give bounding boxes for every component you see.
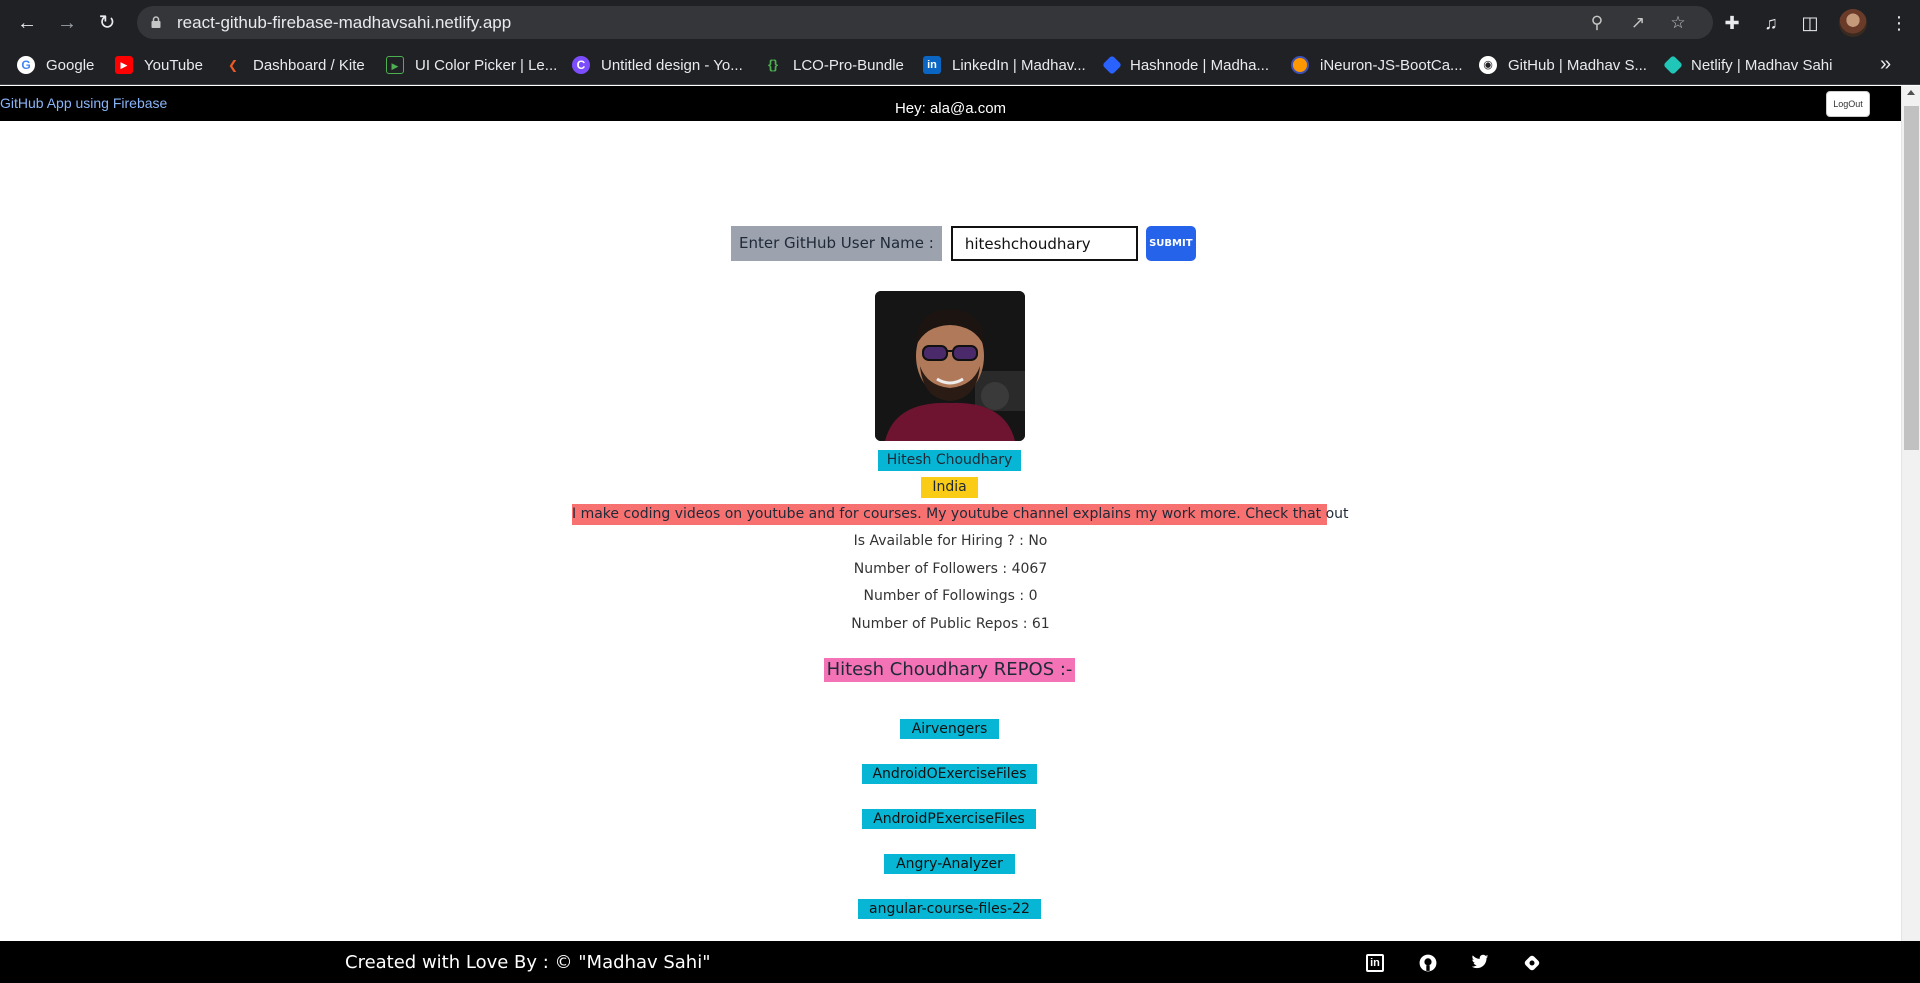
bookmark-hashnode[interactable]: Hashnode | Madha...	[1102, 54, 1269, 76]
logout-button[interactable]: LogOut	[1826, 91, 1870, 117]
followings-count: Number of Followings : 0	[863, 588, 1038, 604]
bookmark-youtube[interactable]: ▶ YouTube	[115, 54, 203, 76]
public-repos-count: Number of Public Repos : 61	[851, 616, 1050, 632]
user-greeting: Hey: ala@a.com	[894, 100, 1007, 117]
bookmark-label: UI Color Picker | Le...	[415, 56, 558, 74]
media-control-icon[interactable]: ♫	[1759, 11, 1783, 35]
github-icon: ◉	[1479, 56, 1497, 74]
bookmark-lco-pro-bundle[interactable]: {} LCO-Pro-Bundle	[764, 54, 904, 76]
bookmark-label: LCO-Pro-Bundle	[793, 56, 904, 74]
app-header: GitHub App using Firebase Hey: ala@a.com…	[0, 86, 1901, 121]
bookmark-label: Google	[46, 56, 95, 74]
username-input[interactable]	[950, 226, 1138, 261]
scroll-up-arrow-icon[interactable]	[1907, 90, 1915, 95]
linkedin-icon: in	[923, 56, 941, 74]
bookmark-google[interactable]: G Google	[17, 54, 94, 76]
avatar-portrait-image	[875, 291, 1025, 441]
followers-count: Number of Followers : 4067	[853, 561, 1048, 577]
side-panel-icon[interactable]: ◫	[1798, 11, 1822, 35]
bookmark-ineuron[interactable]: iNeuron-JS-BootCa...	[1291, 54, 1463, 76]
bookmark-label: YouTube	[144, 56, 203, 74]
netlify-icon	[1663, 55, 1683, 75]
bookmark-label: Untitled design - Yo...	[601, 56, 743, 74]
page-footer: Created with Love By : © "Madhav Sahi" i…	[0, 941, 1920, 983]
google-icon: G	[17, 56, 35, 74]
canva-icon: C	[572, 56, 590, 74]
hashnode-icon[interactable]	[1523, 954, 1541, 972]
bookmark-label: Netlify | Madhav Sahi	[1691, 56, 1833, 74]
forward-icon[interactable]: →	[55, 11, 79, 35]
bookmark-star-icon[interactable]: ☆	[1667, 12, 1689, 34]
profile-bio: I make coding videos on youtube and for …	[572, 504, 1349, 525]
color-picker-icon: ▶	[386, 56, 404, 74]
repo-item[interactable]: AndroidPExerciseFiles	[862, 809, 1036, 829]
code-braces-icon: {}	[767, 57, 779, 72]
bookmark-ui-color-picker[interactable]: ▶ UI Color Picker | Le...	[386, 54, 557, 76]
twitter-icon[interactable]	[1471, 954, 1489, 972]
bookmark-github[interactable]: ◉ GitHub | Madhav S...	[1479, 54, 1647, 76]
username-label: Enter GitHub User Name :	[731, 226, 942, 261]
bookmark-kite[interactable]: ❮ Dashboard / Kite	[224, 54, 365, 76]
page-scrollbar[interactable]	[1901, 86, 1920, 941]
extensions-icon[interactable]: ✚	[1720, 11, 1744, 35]
back-icon[interactable]: ←	[15, 11, 39, 35]
repo-item[interactable]: Airvengers	[900, 719, 999, 739]
address-bar[interactable]: react-github-firebase-madhavsahi.netlify…	[137, 6, 1713, 39]
share-icon[interactable]: ↗	[1627, 12, 1649, 34]
bookmarks-bar: G Google ▶ YouTube ❮ Dashboard / Kite ▶ …	[0, 45, 1920, 85]
ineuron-icon	[1291, 56, 1309, 74]
bookmark-label: LinkedIn | Madhav...	[952, 56, 1086, 74]
scroll-thumb[interactable]	[1904, 106, 1919, 450]
main-content: Enter GitHub User Name : SUBMIT Hitesh C…	[0, 121, 1901, 941]
profile-location: India	[921, 477, 978, 498]
url-text[interactable]: react-github-firebase-madhavsahi.netlify…	[177, 13, 511, 33]
linkedin-icon[interactable]: in	[1366, 954, 1384, 972]
bookmark-label: GitHub | Madhav S...	[1508, 56, 1647, 74]
repo-item[interactable]: Angry-Analyzer	[884, 854, 1015, 874]
repos-heading: Hitesh Choudhary REPOS :-	[824, 658, 1075, 682]
youtube-icon: ▶	[115, 56, 133, 74]
user-avatar	[875, 291, 1025, 441]
bookmarks-overflow-button[interactable]: »	[1880, 53, 1891, 76]
bookmark-canva[interactable]: C Untitled design - Yo...	[572, 54, 743, 76]
lock-icon	[151, 16, 161, 28]
reload-icon[interactable]: ↻	[95, 11, 119, 35]
bookmark-label: Hashnode | Madha...	[1130, 56, 1269, 74]
repo-item[interactable]: AndroidOExerciseFiles	[862, 764, 1037, 784]
search-form: Enter GitHub User Name : SUBMIT	[731, 226, 1196, 261]
zoom-icon[interactable]: ⚲	[1586, 12, 1608, 34]
profile-avatar[interactable]	[1839, 9, 1867, 37]
hashnode-icon	[1102, 55, 1122, 75]
submit-button[interactable]: SUBMIT	[1145, 226, 1196, 261]
footer-credit: Created with Love By : © "Madhav Sahi"	[345, 952, 711, 973]
bookmark-netlify[interactable]: Netlify | Madhav Sahi	[1663, 54, 1833, 76]
menu-kebab-icon[interactable]: ⋮	[1887, 11, 1911, 35]
bookmark-label: iNeuron-JS-BootCa...	[1320, 56, 1463, 74]
hiring-status: Is Available for Hiring ? : No	[853, 533, 1048, 549]
kite-icon: ❮	[227, 58, 239, 72]
profile-name: Hitesh Choudhary	[878, 450, 1021, 471]
browser-toolbar: ← → ↻ react-github-firebase-madhavsahi.n…	[0, 0, 1920, 45]
github-icon[interactable]	[1419, 954, 1437, 972]
repo-item[interactable]: angular-course-files-22	[858, 899, 1041, 919]
bookmark-label: Dashboard / Kite	[253, 56, 365, 74]
bookmark-linkedin[interactable]: in LinkedIn | Madhav...	[923, 54, 1086, 76]
